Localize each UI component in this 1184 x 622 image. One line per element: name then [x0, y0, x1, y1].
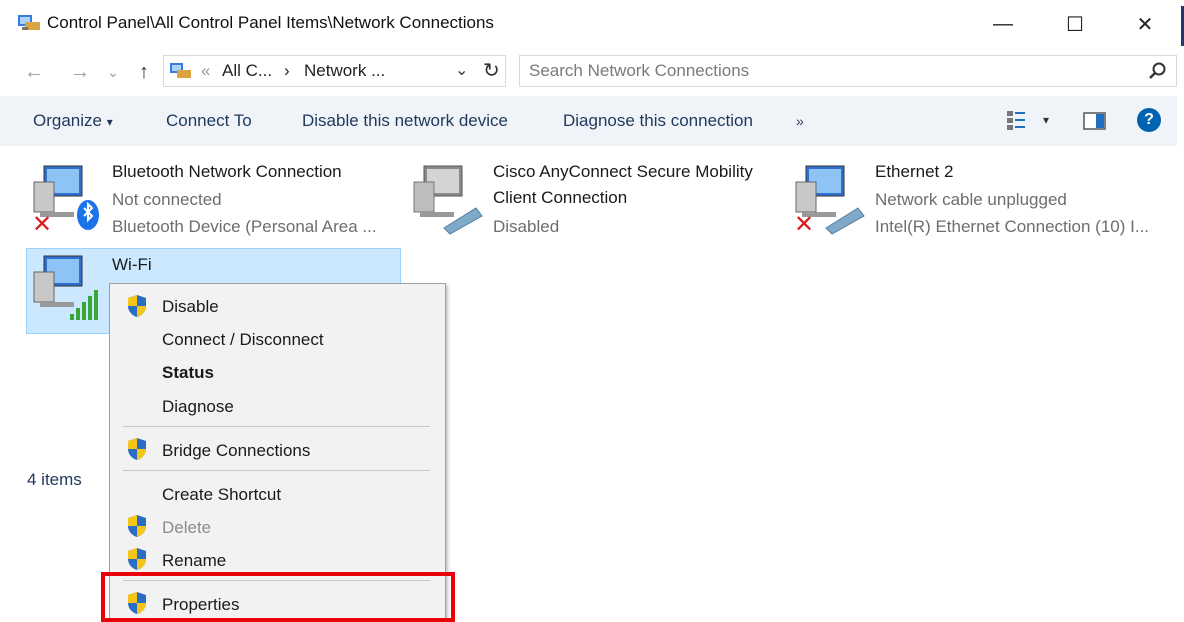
network-folder-icon [18, 15, 40, 30]
help-icon[interactable]: ? [1137, 108, 1161, 132]
menu-separator [123, 470, 430, 471]
menu-item-status[interactable]: Status [162, 363, 214, 383]
refresh-button[interactable]: ↻ [483, 58, 500, 83]
search-icon[interactable] [1148, 61, 1168, 81]
bluetooth-connection-device: Bluetooth Device (Personal Area ... [112, 217, 377, 236]
disable-device-button[interactable]: Disable this network device [302, 111, 508, 131]
cisco-connection-name-line2[interactable]: Client Connection [493, 188, 627, 208]
uac-shield-icon [128, 438, 146, 460]
menu-item-disable[interactable]: Disable [162, 297, 219, 317]
organize-arrow-icon: ▾ [106, 115, 113, 129]
maximize-button[interactable]: ☐ [1040, 0, 1110, 48]
menu-item-rename[interactable]: Rename [162, 551, 226, 571]
connect-to-button[interactable]: Connect To [166, 111, 252, 131]
menu-separator [123, 426, 430, 427]
ethernet-network-icon[interactable]: ✕ [792, 160, 868, 236]
svg-text:✕: ✕ [794, 210, 814, 236]
wifi-network-icon[interactable] [30, 250, 106, 326]
address-dropdown-button[interactable]: ⌄ [455, 60, 468, 80]
item-count: 4 items [27, 470, 82, 489]
menu-item-bridge-connections[interactable]: Bridge Connections [162, 441, 310, 461]
recent-locations-button[interactable]: ⌄ [104, 58, 122, 86]
change-view-icon[interactable] [1006, 110, 1028, 132]
menu-item-connect-disconnect[interactable]: Connect / Disconnect [162, 330, 324, 350]
bluetooth-connection-name[interactable]: Bluetooth Network Connection [112, 162, 342, 182]
uac-shield-icon [128, 515, 146, 537]
organize-button[interactable]: Organize ▾ [33, 111, 113, 131]
diagnose-connection-button[interactable]: Diagnose this connection [563, 111, 753, 131]
breadcrumb-network[interactable]: Network ... [304, 61, 385, 81]
up-button[interactable]: ↑ [130, 58, 158, 86]
minimize-button[interactable]: — [968, 0, 1038, 48]
control-panel-icon [170, 63, 191, 78]
ethernet-connection-device: Intel(R) Ethernet Connection (10) I... [875, 217, 1150, 236]
uac-shield-icon [128, 548, 146, 570]
cisco-connection-status: Disabled [493, 217, 560, 236]
uac-shield-icon [128, 295, 146, 317]
breadcrumb-all-items[interactable]: All C... [222, 61, 272, 81]
breadcrumb-separator[interactable]: › [284, 61, 290, 81]
view-options-arrow-icon[interactable]: ▾ [1043, 113, 1049, 127]
back-button[interactable]: ← [20, 58, 48, 86]
menu-item-create-shortcut[interactable]: Create Shortcut [162, 485, 281, 505]
forward-button[interactable]: → [66, 58, 94, 86]
svg-text:✕: ✕ [32, 210, 52, 236]
bluetooth-connection-status: Not connected [112, 190, 222, 209]
organize-label: Organize [33, 111, 102, 130]
window-title: Control Panel\All Control Panel Items\Ne… [47, 13, 494, 32]
cisco-vpn-network-icon[interactable] [410, 160, 486, 236]
ethernet-connection-name[interactable]: Ethernet 2 [875, 162, 953, 182]
search-placeholder: Search Network Connections [529, 61, 750, 80]
properties-highlight-box [101, 572, 455, 622]
more-commands-button[interactable]: » [796, 113, 804, 129]
ethernet-connection-status: Network cable unplugged [875, 190, 1067, 209]
preview-pane-icon[interactable] [1083, 111, 1107, 131]
menu-item-delete[interactable]: Delete [162, 518, 211, 538]
breadcrumb-overflow[interactable]: « [201, 61, 210, 81]
menu-item-diagnose[interactable]: Diagnose [162, 397, 234, 417]
bluetooth-network-icon[interactable]: ✕ [30, 160, 102, 236]
cisco-connection-name-line1[interactable]: Cisco AnyConnect Secure Mobility [493, 162, 753, 182]
wifi-connection-name[interactable]: Wi-Fi [112, 255, 152, 275]
close-button[interactable]: ✕ [1110, 0, 1180, 48]
